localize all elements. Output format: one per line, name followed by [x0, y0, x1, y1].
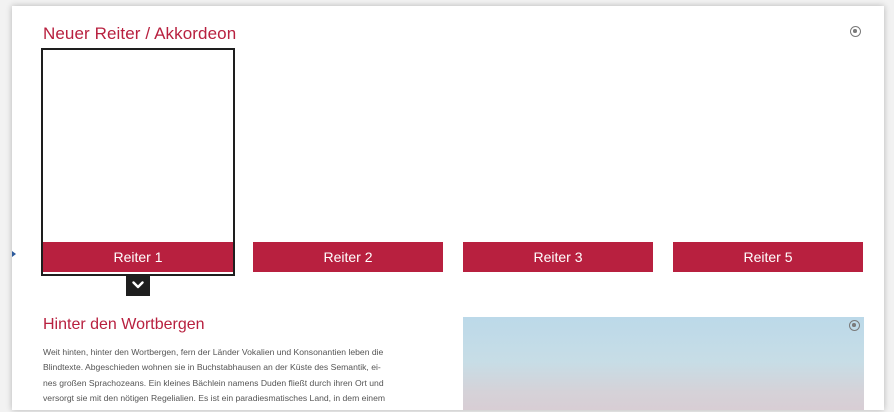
- content-body-text: Weit hinten, hinter den Wortbergen, fern…: [43, 345, 451, 407]
- settings-icon[interactable]: [849, 320, 860, 331]
- body-line: nes großen Sprachozeans. Ein kleines Bäc…: [43, 377, 384, 388]
- section-title: Neuer Reiter / Akkordeon: [43, 24, 237, 43]
- tab-reiter-5[interactable]: Reiter 5: [673, 242, 863, 272]
- content-heading: Hinter den Wortbergen: [43, 316, 205, 333]
- body-line: Blindtexte. Abgeschieden wohnen sie in B…: [43, 362, 381, 373]
- tab-reiter-2[interactable]: Reiter 2: [253, 242, 443, 272]
- arrow-right-icon: [12, 251, 16, 257]
- body-line: Weit hinten, hinter den Wortbergen, fern…: [43, 347, 384, 357]
- tab-reiter-1[interactable]: Reiter 1: [43, 242, 233, 272]
- chevron-down-icon: [132, 281, 144, 289]
- content-panel: Neuer Reiter / Akkordeon Reiter 1 Reiter…: [12, 6, 884, 410]
- sky-image: [463, 317, 864, 410]
- expand-button[interactable]: [126, 274, 150, 296]
- tab-reiter-3[interactable]: Reiter 3: [463, 242, 653, 272]
- settings-icon[interactable]: [850, 26, 861, 37]
- body-line: versorgt sie mit den nötigen Regelialien…: [43, 393, 386, 404]
- page-frame: Neuer Reiter / Akkordeon Reiter 1 Reiter…: [0, 0, 894, 412]
